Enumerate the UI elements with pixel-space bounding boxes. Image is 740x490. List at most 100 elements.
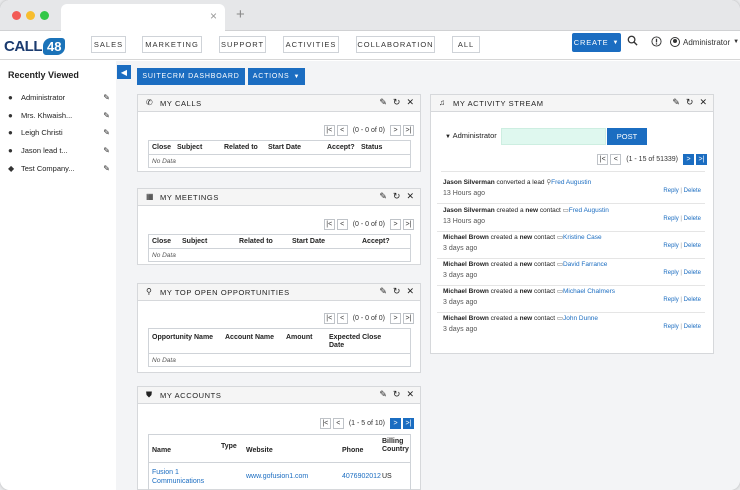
next-page-button[interactable]: >	[390, 313, 401, 324]
refresh-icon[interactable]: ↻	[686, 97, 694, 108]
prev-page-button[interactable]: <	[336, 313, 348, 324]
prev-page-button[interactable]: <	[610, 154, 622, 165]
minimize-window-dot[interactable]	[26, 11, 35, 20]
reply-link[interactable]: Reply	[663, 324, 678, 330]
col-phone[interactable]: Phone	[342, 447, 363, 454]
tab-close-icon[interactable]: ×	[210, 9, 217, 23]
account-name-link[interactable]: Fusion 1	[152, 469, 179, 476]
stream-target-link[interactable]: David Farrance	[563, 261, 607, 268]
refresh-icon[interactable]: ↻	[393, 389, 401, 400]
delete-link[interactable]: Delete	[684, 216, 701, 222]
user-menu[interactable]: Administrator ▼	[670, 37, 739, 47]
stream-target-link[interactable]: Kristine Case	[563, 234, 602, 241]
reply-link[interactable]: Reply	[663, 188, 678, 194]
first-page-button[interactable]: |<	[323, 219, 335, 230]
col-expected-close[interactable]: Expected Close	[329, 334, 381, 341]
next-page-button[interactable]: >	[390, 125, 401, 136]
delete-link[interactable]: Delete	[684, 324, 701, 330]
edit-icon[interactable]: ✎	[103, 164, 110, 173]
col-billing[interactable]: Billing	[382, 438, 403, 445]
zoom-window-dot[interactable]	[40, 11, 49, 20]
reply-link[interactable]: Reply	[663, 270, 678, 276]
last-page-button[interactable]: >|	[403, 418, 414, 429]
post-button[interactable]: POST	[607, 128, 647, 145]
stream-target-link[interactable]: John Dunne	[563, 315, 598, 322]
nav-support[interactable]: SUPPORT	[219, 36, 266, 53]
last-page-button[interactable]: >|	[403, 125, 414, 136]
recent-item-khwaish[interactable]: ● Mrs. Khwaish... ✎	[8, 108, 112, 122]
last-page-button[interactable]: >|	[403, 219, 414, 230]
nav-activities[interactable]: ACTIVITIES	[283, 36, 339, 53]
first-page-button[interactable]: |<	[323, 125, 335, 136]
first-page-button[interactable]: |<	[597, 154, 609, 165]
prev-page-button[interactable]: <	[332, 418, 344, 429]
recent-item-test-company[interactable]: ◆ Test Company... ✎	[8, 161, 112, 175]
col-accept[interactable]: Accept?	[362, 238, 390, 245]
close-icon[interactable]: ✕	[406, 191, 414, 202]
nav-all[interactable]: ALL	[452, 36, 480, 53]
reply-link[interactable]: Reply	[663, 243, 678, 249]
nav-sales[interactable]: SALES	[91, 36, 126, 53]
col-subject[interactable]: Subject	[177, 144, 202, 151]
delete-link[interactable]: Delete	[684, 297, 701, 303]
edit-icon[interactable]: ✎	[379, 286, 387, 297]
search-icon[interactable]	[627, 35, 638, 49]
edit-icon[interactable]: ✎	[103, 111, 110, 120]
col-start-date[interactable]: Start Date	[292, 238, 325, 245]
next-page-button[interactable]: >	[683, 154, 694, 165]
call48-logo[interactable]: CALL 48	[4, 35, 66, 57]
edit-icon[interactable]: ✎	[103, 146, 110, 155]
close-icon[interactable]: ✕	[406, 286, 414, 297]
actions-button[interactable]: ACTIONS ▼	[248, 68, 305, 85]
col-start-date[interactable]: Start Date	[268, 144, 301, 151]
last-page-button[interactable]: >|	[696, 154, 707, 165]
col-name[interactable]: Name	[152, 447, 171, 454]
nav-marketing[interactable]: MARKETING	[142, 36, 202, 53]
next-page-button[interactable]: >	[390, 219, 401, 230]
edit-icon[interactable]: ✎	[379, 191, 387, 202]
reply-link[interactable]: Reply	[663, 297, 678, 303]
first-page-button[interactable]: |<	[319, 418, 331, 429]
recent-item-leigh[interactable]: ● Leigh Christi ✎	[8, 125, 112, 139]
dashboard-tab[interactable]: SUITECRM DASHBOARD	[137, 68, 245, 85]
new-tab-icon[interactable]: +	[236, 6, 245, 23]
delete-link[interactable]: Delete	[684, 188, 701, 194]
browser-tab[interactable]: ×	[61, 4, 225, 31]
col-related-to[interactable]: Related to	[239, 238, 273, 245]
col-opportunity-name[interactable]: Opportunity Name	[152, 334, 213, 341]
create-button[interactable]: CREATE ▼	[572, 33, 621, 52]
nav-collaboration[interactable]: COLLABORATION	[356, 36, 435, 53]
collapse-sidebar-button[interactable]: ◀	[117, 65, 131, 79]
col-related-to[interactable]: Related to	[224, 144, 258, 151]
next-page-button[interactable]: >	[390, 418, 401, 429]
stream-post-input[interactable]	[501, 128, 606, 145]
close-window-dot[interactable]	[12, 11, 21, 20]
refresh-icon[interactable]: ↻	[393, 191, 401, 202]
edit-icon[interactable]: ✎	[672, 97, 680, 108]
stream-target-link[interactable]: Fred Augustin	[569, 207, 609, 214]
edit-icon[interactable]: ✎	[103, 128, 110, 137]
col-website[interactable]: Website	[246, 447, 273, 454]
close-icon[interactable]: ✕	[699, 97, 707, 108]
recent-item-administrator[interactable]: ● Administrator ✎	[8, 90, 112, 104]
close-icon[interactable]: ✕	[406, 389, 414, 400]
last-page-button[interactable]: >|	[403, 313, 414, 324]
stream-target-link[interactable]: Fred Augustin	[551, 179, 591, 186]
delete-link[interactable]: Delete	[684, 270, 701, 276]
stream-target-link[interactable]: Michael Chalmers	[563, 288, 615, 295]
account-phone-link[interactable]: 4076902012	[342, 473, 381, 480]
delete-link[interactable]: Delete	[684, 243, 701, 249]
prev-page-button[interactable]: <	[336, 125, 348, 136]
edit-icon[interactable]: ✎	[103, 93, 110, 102]
reply-link[interactable]: Reply	[663, 216, 678, 222]
col-account-name[interactable]: Account Name	[225, 334, 274, 341]
refresh-icon[interactable]: ↻	[393, 97, 401, 108]
col-status[interactable]: Status	[361, 144, 382, 151]
refresh-icon[interactable]: ↻	[393, 286, 401, 297]
account-website-link[interactable]: www.gofusion1.com	[246, 473, 308, 480]
account-name-link-line2[interactable]: Communications	[152, 478, 204, 485]
notifications-icon[interactable]	[651, 36, 662, 50]
col-amount[interactable]: Amount	[286, 334, 312, 341]
first-page-button[interactable]: |<	[323, 313, 335, 324]
col-subject[interactable]: Subject	[182, 238, 207, 245]
